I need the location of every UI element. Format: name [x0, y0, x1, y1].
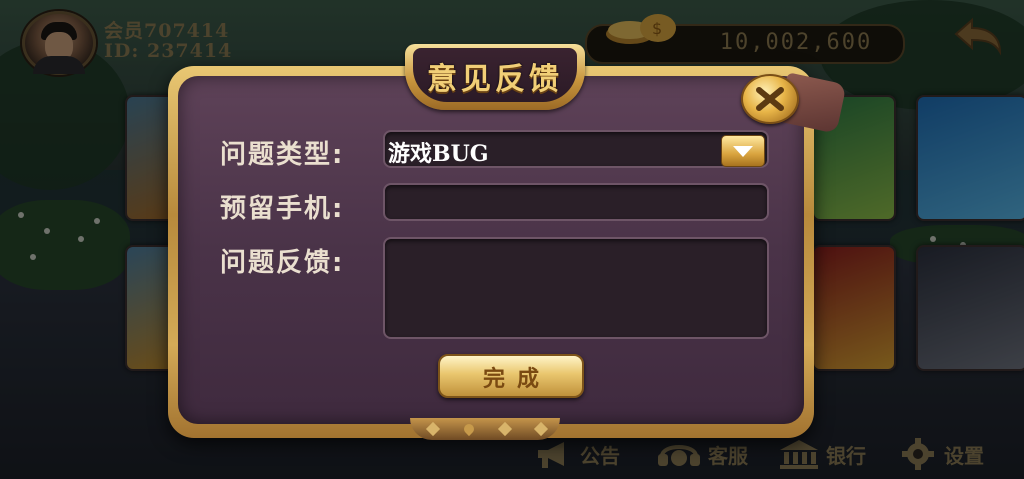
title-plaque: 意见反馈	[405, 44, 585, 110]
problem-type-value: 游戏BUG	[388, 141, 489, 167]
problem-type-label: 问题类型:	[220, 140, 345, 170]
dialog-title: 意见反馈	[427, 62, 563, 97]
phone-label: 预留手机:	[220, 194, 345, 224]
submit-button[interactable]: 完成	[438, 354, 584, 398]
close-icon	[756, 87, 784, 111]
submit-label: 完成	[482, 367, 551, 392]
phone-input[interactable]	[383, 183, 769, 221]
close-button[interactable]	[741, 74, 799, 124]
feedback-textarea[interactable]	[383, 237, 769, 339]
problem-type-dropdown-button[interactable]	[721, 135, 765, 167]
feedback-label: 问题反馈:	[220, 248, 345, 278]
dropdown-arrow-icon	[733, 146, 753, 157]
